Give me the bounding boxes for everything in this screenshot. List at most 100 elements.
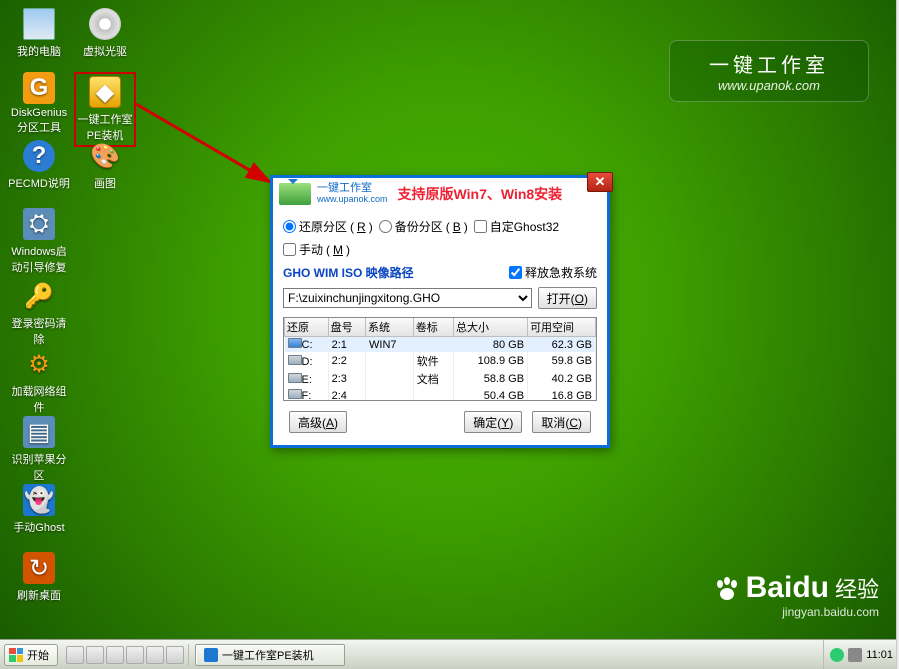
desktop-icon-pe-installer[interactable]: ◆一键工作室PE装机	[74, 72, 136, 147]
hotkey: R	[357, 220, 366, 234]
table-row[interactable]: E:2:3文档58.8 GB40.2 GB	[285, 370, 596, 388]
desktop-icon-refresh-desktop[interactable]: ↻刷新桌面	[8, 552, 70, 603]
btn-text: 取消	[541, 416, 565, 430]
hotkey: O	[575, 292, 584, 306]
refresh-desktop-icon: ↻	[23, 552, 55, 584]
task-label: 一键工作室PE装机	[222, 647, 314, 663]
table-row[interactable]: C:2:1WIN780 GB62.3 GB	[285, 337, 596, 353]
taskbar: 开始 一键工作室PE装机 11:01	[0, 639, 899, 669]
quick-launch-item[interactable]	[126, 646, 144, 664]
btn-text: 高级	[298, 416, 322, 430]
table-cell: 2:2	[328, 352, 365, 370]
table-cell: E:	[285, 370, 329, 388]
table-cell: 2:4	[328, 388, 365, 401]
partition-table-wrap: 还原盘号系统卷标总大小可用空间 C:2:1WIN780 GB62.3 GBD:2…	[283, 317, 597, 401]
desktop-icon-label: 登录密码清除	[8, 315, 70, 347]
table-cell: 58.8 GB	[453, 370, 527, 388]
radio-backup-label: 备份分区	[395, 218, 443, 235]
cancel-button[interactable]: 取消(C)	[532, 411, 591, 433]
desktop-icon-load-net[interactable]: ⚙加载网络组件	[8, 348, 70, 415]
desktop-icon-virtual-cd[interactable]: 虚拟光驱	[74, 8, 136, 59]
desktop-icon-label: Windows启动引导修复	[8, 243, 70, 275]
desktop-icon-label: PECMD说明	[8, 175, 70, 191]
diskgenius-icon: G	[23, 72, 55, 104]
check-custom-ghost[interactable]: 自定Ghost32	[474, 218, 559, 235]
check-manual[interactable]: 手动(M)	[283, 241, 350, 258]
check-release-rescue[interactable]: 释放急救系统	[509, 264, 597, 281]
radio-restore[interactable]: 还原分区(R)	[283, 218, 373, 235]
image-path-label: GHO WIM ISO 映像路径	[283, 264, 414, 281]
dialog-body: 还原分区(R) 备份分区(B) 自定Ghost32 手动(M) GHO WIM …	[273, 210, 607, 445]
quick-launch-item[interactable]	[146, 646, 164, 664]
table-header[interactable]: 卷标	[413, 318, 453, 337]
path-row: F:\zuixinchunjingxitong.GHO 打开(O)	[283, 287, 597, 309]
quick-launch-item[interactable]	[86, 646, 104, 664]
desktop-icon-diskgenius[interactable]: GDiskGenius分区工具	[8, 72, 70, 135]
hotkey: C	[569, 416, 578, 430]
desktop-icon-paint[interactable]: 🎨画图	[74, 140, 136, 191]
watermark-title: 一键工作室	[670, 49, 868, 78]
table-header[interactable]: 可用空间	[528, 318, 596, 337]
table-row[interactable]: D:2:2软件108.9 GB59.8 GB	[285, 352, 596, 370]
advanced-button[interactable]: 高级(A)	[289, 411, 347, 433]
btn-text: 打开	[547, 292, 571, 306]
table-header[interactable]: 还原	[285, 318, 329, 337]
quick-launch	[62, 644, 189, 666]
image-path-select[interactable]: F:\zuixinchunjingxitong.GHO	[283, 288, 532, 308]
table-cell: C:	[285, 337, 329, 353]
desktop-icon-label: 识别苹果分区	[8, 451, 70, 483]
tray-icon[interactable]	[830, 648, 844, 662]
app-brand: 一键工作室 www.upanok.com	[317, 183, 388, 205]
partition-table[interactable]: 还原盘号系统卷标总大小可用空间 C:2:1WIN780 GB62.3 GBD:2…	[284, 318, 596, 401]
desktop-icon-label: 虚拟光驱	[74, 43, 136, 59]
check-label: 手动	[299, 241, 323, 258]
table-cell: 108.9 GB	[453, 352, 527, 370]
desktop-icon-label: 我的电脑	[8, 43, 70, 59]
desktop-icon-label: 一键工作室PE装机	[76, 111, 134, 143]
table-row[interactable]: F:2:450.4 GB16.8 GB	[285, 388, 596, 401]
virtual-cd-icon	[89, 8, 121, 40]
close-button[interactable]: ✕	[587, 172, 613, 192]
table-header[interactable]: 盘号	[328, 318, 365, 337]
table-cell: 16.8 GB	[528, 388, 596, 401]
start-label: 开始	[27, 647, 49, 663]
load-net-icon: ⚙	[23, 348, 55, 380]
btn-text: 确定	[473, 416, 497, 430]
brand-line1: 一键工作室	[317, 183, 388, 194]
path-label-row: GHO WIM ISO 映像路径 释放急救系统	[283, 264, 597, 281]
table-cell: F:	[285, 388, 329, 401]
clock[interactable]: 11:01	[866, 649, 893, 661]
table-cell: WIN7	[366, 337, 414, 353]
table-cell	[366, 370, 414, 388]
desktop-icon-apple-partition[interactable]: ▤识别苹果分区	[8, 416, 70, 483]
desktop-icon-login-pw-clear[interactable]: 🔑登录密码清除	[8, 280, 70, 347]
ok-button[interactable]: 确定(Y)	[464, 411, 522, 433]
table-cell	[366, 352, 414, 370]
table-cell: D:	[285, 352, 329, 370]
table-cell	[413, 337, 453, 353]
open-button[interactable]: 打开(O)	[538, 287, 597, 309]
table-header[interactable]: 系统	[366, 318, 414, 337]
quick-launch-item[interactable]	[166, 646, 184, 664]
radio-backup[interactable]: 备份分区(B)	[379, 218, 468, 235]
taskbar-task[interactable]: 一键工作室PE装机	[195, 644, 345, 666]
task-icon	[204, 648, 218, 662]
desktop-icon-manual-ghost[interactable]: 👻手动Ghost	[8, 484, 70, 535]
desktop-icon-my-computer[interactable]: 我的电脑	[8, 8, 70, 59]
desktop-icon-label: 加载网络组件	[8, 383, 70, 415]
app-logo-icon	[279, 183, 311, 205]
quick-launch-item[interactable]	[66, 646, 84, 664]
tray-icon[interactable]	[848, 648, 862, 662]
quick-launch-item[interactable]	[106, 646, 124, 664]
table-cell	[366, 388, 414, 401]
start-button[interactable]: 开始	[4, 644, 58, 666]
table-cell: 文档	[413, 370, 453, 388]
login-pw-clear-icon: 🔑	[23, 280, 55, 312]
hotkey: B	[453, 220, 461, 234]
hotkey: A	[326, 416, 334, 430]
desktop-icon-win-boot-repair[interactable]: ⛭Windows启动引导修复	[8, 208, 70, 275]
table-header[interactable]: 总大小	[453, 318, 527, 337]
pecmd-help-icon: ?	[23, 140, 55, 172]
windows-flag-icon	[9, 648, 23, 662]
desktop-icon-pecmd-help[interactable]: ? PECMD说明	[8, 140, 70, 191]
